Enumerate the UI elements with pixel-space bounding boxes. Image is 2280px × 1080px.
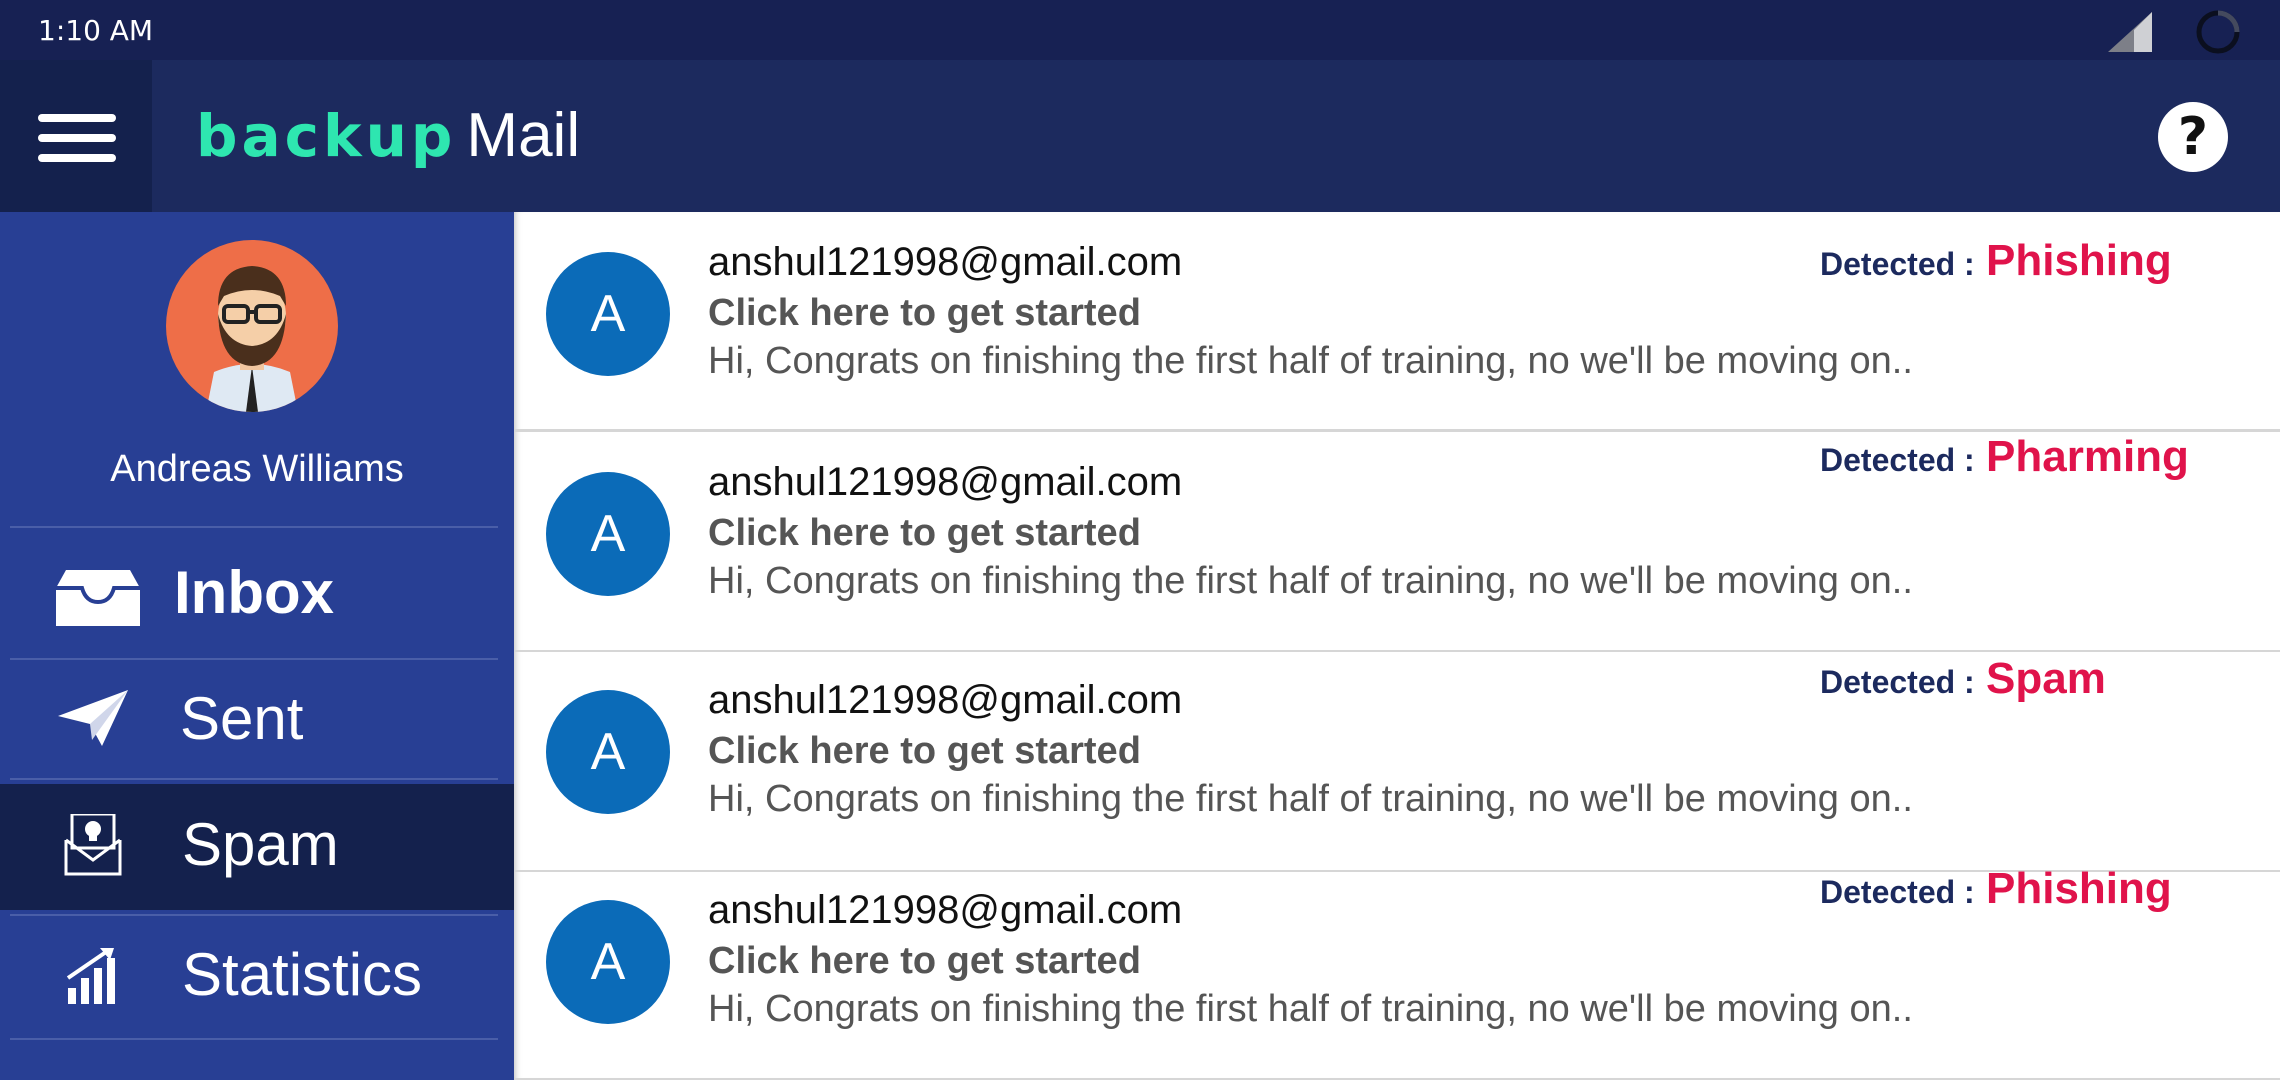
send-icon — [58, 690, 128, 746]
nav-item-inbox[interactable]: Inbox — [0, 530, 514, 656]
detected-label: Detected : — [1820, 874, 1975, 910]
nav-item-spam[interactable]: Spam — [0, 784, 514, 910]
statistics-icon — [66, 948, 115, 1004]
inbox-icon — [56, 570, 140, 626]
sender-avatar: A — [546, 252, 670, 376]
user-avatar-illustration — [206, 266, 298, 412]
detected-value: Pharming — [1986, 432, 2189, 481]
sender-avatar: A — [546, 900, 670, 1024]
mail-item[interactable]: A anshul121998@gmail.com Click here to g… — [514, 432, 2280, 652]
mail-sender: anshul121998@gmail.com — [708, 240, 1183, 284]
mail-preview: Hi, Congrats on finishing the first half… — [708, 340, 1913, 382]
sidebar: Andreas Williams Inbox Sent Spam Statist… — [0, 212, 514, 1080]
detected-value: Phishing — [1986, 236, 2172, 285]
app-logo: backup Mail — [196, 100, 580, 170]
status-time: 1:10 AM — [38, 14, 154, 47]
mail-item[interactable]: A anshul121998@gmail.com Click here to g… — [514, 212, 2280, 432]
mail-list: A anshul121998@gmail.com Click here to g… — [514, 212, 2280, 1080]
menu-button[interactable] — [0, 60, 152, 212]
spam-icon — [64, 814, 122, 876]
detected-label: Detected : — [1820, 664, 1975, 700]
mail-sender: anshul121998@gmail.com — [708, 678, 1183, 722]
app-bar: backup Mail ? — [0, 60, 2280, 212]
nav-label-spam: Spam — [182, 811, 339, 878]
detected-label: Detected : — [1820, 442, 1975, 478]
nav-label-inbox: Inbox — [174, 559, 334, 626]
sender-avatar: A — [546, 472, 670, 596]
mail-preview: Hi, Congrats on finishing the first half… — [708, 778, 1913, 820]
signal-icon — [2108, 12, 2152, 52]
nav-divider — [10, 1038, 498, 1040]
mail-subject: Click here to get started — [708, 730, 1141, 772]
logo-prefix: backup — [196, 102, 457, 170]
detected-label: Detected : — [1820, 246, 1975, 282]
mail-item[interactable]: A anshul121998@gmail.com Click here to g… — [514, 652, 2280, 872]
nav-divider — [10, 526, 498, 528]
mail-sender: anshul121998@gmail.com — [708, 888, 1183, 932]
logo-suffix: Mail — [466, 101, 581, 170]
nav-item-sent[interactable]: Sent — [0, 660, 514, 776]
status-bar: 1:10 AM — [0, 0, 2280, 60]
battery-icon — [2196, 10, 2240, 54]
mail-subject: Click here to get started — [708, 940, 1141, 982]
user-avatar — [166, 240, 338, 412]
nav-divider — [10, 778, 498, 780]
user-name: Andreas Williams — [110, 448, 404, 490]
mail-subject: Click here to get started — [708, 292, 1141, 334]
detected-value: Spam — [1986, 654, 2106, 703]
mail-subject: Click here to get started — [708, 512, 1141, 554]
hamburger-menu-icon — [38, 114, 116, 162]
nav-label-statistics: Statistics — [182, 941, 423, 1008]
help-button[interactable]: ? — [2158, 102, 2228, 172]
sender-avatar: A — [546, 690, 670, 814]
mail-sender: anshul121998@gmail.com — [708, 460, 1183, 504]
nav-label-sent: Sent — [180, 685, 304, 752]
mail-preview: Hi, Congrats on finishing the first half… — [708, 988, 1913, 1030]
mail-item[interactable]: A anshul121998@gmail.com Click here to g… — [514, 864, 2280, 1080]
detected-value: Phishing — [1986, 864, 2172, 913]
mail-preview: Hi, Congrats on finishing the first half… — [708, 560, 1913, 602]
nav-item-statistics[interactable]: Statistics — [0, 916, 514, 1040]
